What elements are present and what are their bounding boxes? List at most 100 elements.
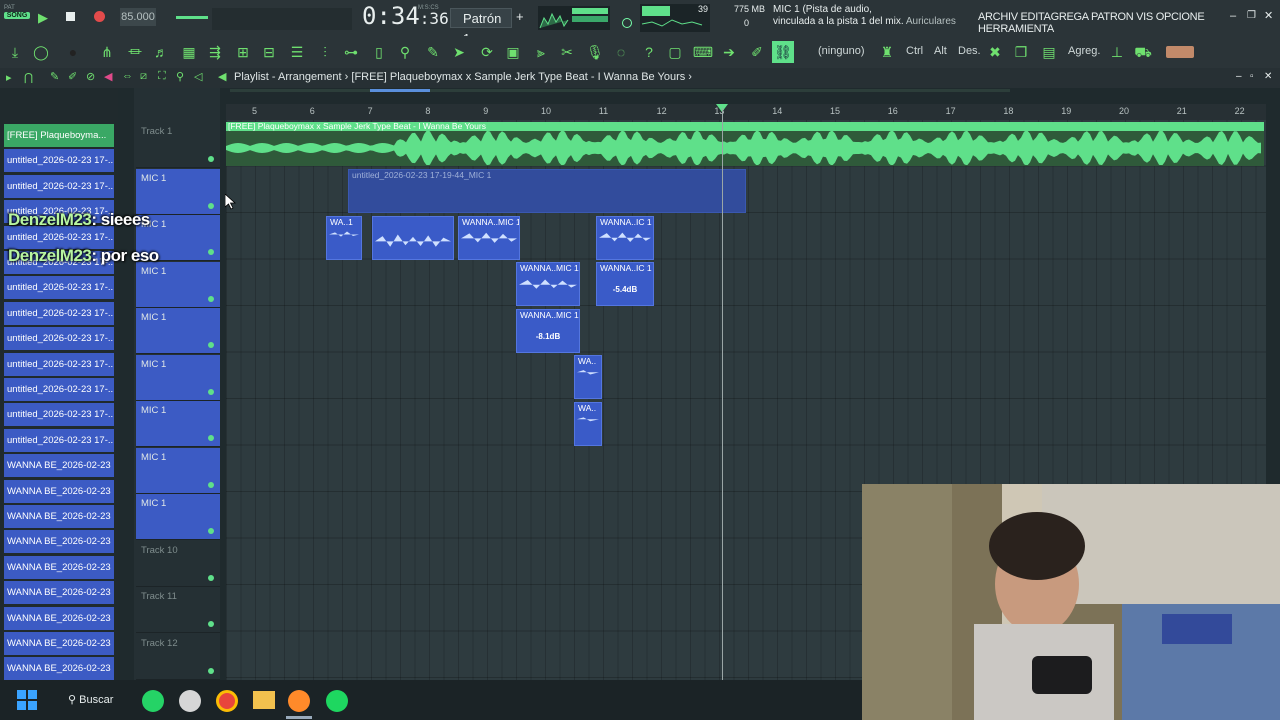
chrome-icon[interactable]: [216, 690, 238, 712]
browser-item[interactable]: untitled_2026-02-23 17-...: [4, 327, 114, 351]
playlist-maximize-icon[interactable]: ▫: [1250, 71, 1254, 82]
audio-clip[interactable]: WA..: [574, 355, 602, 399]
pin-icon[interactable]: ⚲: [394, 41, 416, 63]
playback-tool-icon[interactable]: ◁: [194, 70, 202, 83]
audio-clip[interactable]: WA..1: [326, 216, 362, 260]
browser-item[interactable]: WANNA BE_2026-02-23 1...: [4, 454, 114, 478]
stop-icon[interactable]: [66, 12, 75, 21]
mute-tool-icon[interactable]: ◀: [104, 70, 112, 83]
chat-icon[interactable]: ◌: [610, 41, 632, 63]
add-pattern-icon[interactable]: +: [516, 9, 524, 24]
windows-start-icon[interactable]: [17, 690, 37, 710]
cut-icon[interactable]: ✂: [556, 41, 578, 63]
browser-item[interactable]: untitled_2026-02-23 17-...: [4, 428, 114, 452]
whatsapp-icon[interactable]: [142, 690, 164, 712]
playlist-minimize-icon[interactable]: –: [1236, 71, 1242, 82]
pencil-icon[interactable]: ✎: [422, 41, 444, 63]
slice-tool-icon[interactable]: ⧄: [140, 70, 147, 83]
copy-icon[interactable]: ❐: [1010, 41, 1032, 63]
track-enable-led[interactable]: [208, 249, 214, 255]
browser-item[interactable]: WANNA BE_2026-02-23 1...: [4, 632, 114, 655]
audio-clip[interactable]: [372, 216, 454, 260]
tree-icon[interactable]: ⊶: [340, 41, 362, 63]
minimize-icon[interactable]: –: [1230, 10, 1236, 22]
help-icon[interactable]: ?: [638, 41, 660, 63]
master-volume-slider[interactable]: [176, 16, 208, 19]
browser-item[interactable]: WANNA BE_2026-02-23 1...: [4, 606, 114, 630]
marker-icon[interactable]: ⊥: [1106, 41, 1128, 63]
audio-clip[interactable]: WANNA..MIC 1: [516, 262, 580, 306]
browser-item[interactable]: untitled_2026-02-23 17-...: [4, 301, 114, 325]
scroll-thumb[interactable]: [370, 89, 430, 92]
brush-icon[interactable]: ✐: [746, 41, 768, 63]
select-tool-icon[interactable]: ⛶: [158, 70, 166, 83]
obs-icon[interactable]: [179, 690, 201, 712]
link-icon[interactable]: ⛓: [772, 41, 794, 63]
save-icon[interactable]: ▣: [502, 41, 524, 63]
browser-item[interactable]: WANNA BE_2026-02-23 1...: [4, 555, 114, 579]
stamp-icon[interactable]: ♜: [876, 41, 898, 63]
song-audio-clip[interactable]: [FREE] Plaqueboymax x Sample Jerk Type B…: [226, 121, 1264, 166]
delete-icon[interactable]: ✖: [984, 41, 1006, 63]
grid-icon[interactable]: ⊟: [258, 41, 280, 63]
piano-roll-icon[interactable]: ♬: [150, 41, 172, 63]
track-enable-led[interactable]: [208, 481, 214, 488]
record-icon[interactable]: [94, 11, 105, 22]
track-enable-led[interactable]: [208, 435, 214, 441]
timeline-ruler[interactable]: [226, 104, 1266, 120]
browser-item[interactable]: untitled_2026-02-23 17-...: [4, 276, 114, 300]
browser-item[interactable]: WANNA BE_2026-02-23 1...: [4, 657, 114, 681]
track-enable-led[interactable]: [208, 202, 214, 209]
track-enable-led[interactable]: [208, 621, 214, 627]
tune-icon[interactable]: ⫶: [314, 41, 336, 63]
recorded-audio-clip[interactable]: untitled_2026-02-23 17-19-44_MIC 1: [348, 169, 746, 213]
arrow-icon[interactable]: ➤: [448, 41, 470, 63]
audio-clip[interactable]: WANNA..IC 1 -5.4dB: [596, 262, 654, 306]
paint-tool-icon[interactable]: ✐: [68, 70, 77, 83]
browser-item[interactable]: untitled_2026-02-23 17-...: [4, 403, 114, 427]
track-header[interactable]: MIC 1: [136, 261, 220, 308]
track-enable-led[interactable]: [208, 388, 214, 395]
paste-icon[interactable]: ▤: [1038, 41, 1060, 63]
tempo-display[interactable]: 85.000: [120, 8, 156, 26]
download-icon[interactable]: ⤓: [4, 41, 26, 63]
track-enable-led[interactable]: [208, 667, 214, 674]
song-mode-toggle[interactable]: PAT SONG: [4, 4, 30, 30]
mixer-fader-icon[interactable]: ⫸: [530, 41, 552, 63]
file-icon[interactable]: ▯: [368, 41, 390, 63]
playlist-scrollbar[interactable]: [230, 89, 1010, 92]
audio-clip[interactable]: WANNA..IC 1: [596, 216, 654, 260]
track-header[interactable]: MIC 1: [136, 354, 220, 401]
browser-item[interactable]: untitled_2026-02-23 17-...: [4, 378, 114, 401]
track-header[interactable]: Track 12: [136, 634, 220, 680]
zoom-tool-icon[interactable]: ⚲: [176, 70, 184, 83]
browser-item[interactable]: WANNA BE_2026-02-23 1...: [4, 505, 114, 528]
playlist-arrow-icon[interactable]: ◀: [218, 70, 226, 83]
browser-item[interactable]: WANNA BE_2026-02-23 1...: [4, 581, 114, 605]
track-header[interactable]: MIC 1: [136, 168, 220, 215]
forward-icon[interactable]: ➔: [718, 41, 740, 63]
restore-icon[interactable]: ❐: [1247, 10, 1256, 21]
alt-button[interactable]: Alt: [934, 45, 947, 57]
track-header[interactable]: MIC 1: [136, 494, 220, 540]
recording-circle-icon[interactable]: ◯: [30, 41, 52, 63]
track-enable-led[interactable]: [208, 528, 214, 534]
slip-tool-icon[interactable]: ⇔: [122, 70, 133, 82]
magnet-icon[interactable]: ⋂: [24, 71, 33, 84]
playlist-menu-icon[interactable]: ▸: [6, 71, 12, 84]
none-selector[interactable]: (ninguno): [818, 45, 864, 57]
close-icon[interactable]: ✕: [1264, 9, 1273, 22]
draw-tool-icon[interactable]: ✎: [50, 70, 59, 83]
plugin-icon[interactable]: ⊞: [232, 41, 254, 63]
browser-item-song[interactable]: [FREE] Plaqueboyma...: [4, 124, 114, 147]
ctrl-button[interactable]: Ctrl: [906, 45, 923, 57]
browser-item[interactable]: untitled_2026-02-23 17-...: [4, 174, 114, 198]
mic-icon[interactable]: 🎙: [584, 41, 606, 63]
track-header[interactable]: MIC 1: [136, 447, 220, 494]
snap-icon[interactable]: ⋔: [96, 41, 118, 63]
track-header[interactable]: Track 1: [136, 122, 220, 168]
window-icon[interactable]: ▢: [664, 41, 686, 63]
add-button[interactable]: Agreg.: [1068, 45, 1100, 57]
shop-icon[interactable]: ⛟: [1132, 41, 1154, 63]
track-header[interactable]: MIC 1: [136, 308, 220, 354]
